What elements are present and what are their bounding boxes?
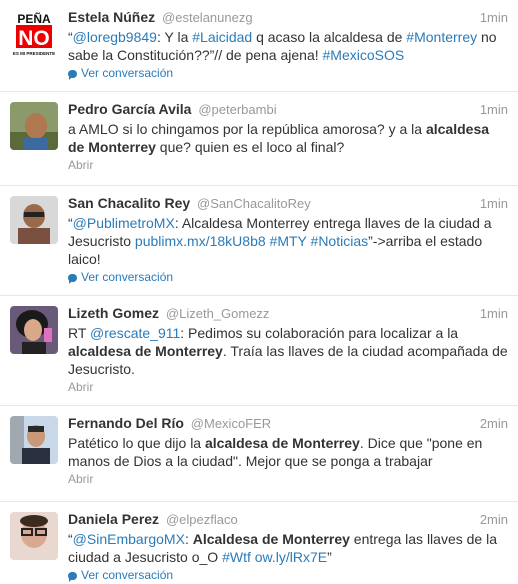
fullname[interactable]: Fernando Del Río bbox=[68, 415, 184, 431]
tweet-text-fragment: a AMLO si lo chingamos por la república … bbox=[68, 121, 426, 137]
url-link[interactable]: ow.ly/lRx7E bbox=[255, 549, 327, 565]
hashtag-link[interactable]: #Wtf bbox=[222, 549, 251, 565]
open-link[interactable]: Abrir bbox=[68, 380, 93, 394]
avatar[interactable] bbox=[10, 102, 58, 150]
tweet[interactable]: Pedro García Avila @peterbambi 1min a AM… bbox=[0, 92, 518, 186]
user-photo-avatar bbox=[10, 416, 58, 464]
url-link[interactable]: publimx.mx/18kU8b8 bbox=[135, 233, 266, 249]
timestamp[interactable]: 1min bbox=[480, 195, 508, 212]
view-conversation-link[interactable]: Ver conversación bbox=[68, 270, 173, 284]
tweet-header: Daniela Perez @elpezflaco bbox=[68, 511, 508, 528]
view-conversation-link[interactable]: Ver conversación bbox=[68, 568, 173, 582]
tweet-footer[interactable]: Ver conversación bbox=[68, 567, 508, 583]
tweet[interactable]: San Chacalito Rey @SanChacalitoRey 1min … bbox=[0, 186, 518, 296]
hashtag-link[interactable]: #MTY bbox=[270, 233, 307, 249]
avatar[interactable] bbox=[10, 306, 58, 354]
fullname[interactable]: Lizeth Gomez bbox=[68, 305, 159, 321]
user-photo-avatar bbox=[10, 306, 58, 354]
user-photo-avatar bbox=[10, 512, 58, 560]
avatar-logo-word-3: ES MI PRESIDENTE bbox=[13, 51, 55, 56]
tweet-footer[interactable]: Abrir bbox=[68, 379, 508, 395]
avatar-logo-word-2: NO bbox=[18, 27, 50, 50]
timestamp[interactable]: 2min bbox=[480, 511, 508, 528]
username[interactable]: @elpezflaco bbox=[166, 512, 238, 527]
tweet-header: Fernando Del Río @MexicoFER bbox=[68, 415, 508, 432]
tweet-header: Lizeth Gomez @Lizeth_Gomezz bbox=[68, 305, 508, 322]
timestamp[interactable]: 1min bbox=[480, 305, 508, 322]
avatar[interactable] bbox=[10, 196, 58, 244]
tweet-text-fragment: Patético lo que dijo la bbox=[68, 435, 205, 451]
avatar[interactable]: PEÑA NO ES MI PRESIDENTE bbox=[10, 10, 58, 58]
user-photo-avatar bbox=[10, 196, 58, 244]
tweet-text: “@loregb9849: Y la #Laicidad q acaso la … bbox=[68, 28, 508, 64]
tweet-text-fragment: RT bbox=[68, 325, 91, 341]
tweet-text: “@PublimetroMX: Alcaldesa Monterrey entr… bbox=[68, 214, 508, 268]
speech-bubble-icon bbox=[68, 572, 77, 582]
mention-link[interactable]: @rescate_911 bbox=[90, 325, 180, 341]
hashtag-link[interactable]: #MexicoSOS bbox=[323, 47, 405, 63]
search-term-highlight: alcaldesa de Monterrey bbox=[68, 343, 223, 359]
username[interactable]: @peterbambi bbox=[198, 102, 276, 117]
username[interactable]: @Lizeth_Gomezz bbox=[166, 306, 270, 321]
tweet[interactable]: Lizeth Gomez @Lizeth_Gomezz 1min RT @res… bbox=[0, 296, 518, 406]
avatar[interactable] bbox=[10, 512, 58, 560]
tweet-footer[interactable]: Abrir bbox=[68, 471, 508, 487]
mention-link[interactable]: @PublimetroMX bbox=[73, 215, 175, 231]
tweet-header: San Chacalito Rey @SanChacalitoRey bbox=[68, 195, 508, 212]
open-link[interactable]: Abrir bbox=[68, 158, 93, 172]
hashtag-link[interactable]: #Monterrey bbox=[406, 29, 477, 45]
avatar-logo-word-1: PEÑA bbox=[17, 11, 51, 26]
tweet-text-fragment: : Y la bbox=[156, 29, 193, 45]
timestamp[interactable]: 1min bbox=[480, 9, 508, 26]
timestamp[interactable]: 2min bbox=[480, 415, 508, 432]
avatar[interactable] bbox=[10, 416, 58, 464]
tweet-text: RT @rescate_911: Pedimos su colaboración… bbox=[68, 324, 508, 378]
speech-bubble-icon bbox=[68, 70, 77, 80]
fullname[interactable]: Pedro García Avila bbox=[68, 101, 191, 117]
tweet-header: Pedro García Avila @peterbambi bbox=[68, 101, 508, 118]
search-term-highlight: Alcaldesa de Monterrey bbox=[192, 531, 350, 547]
tweet-text: Patético lo que dijo la alcaldesa de Mon… bbox=[68, 434, 508, 470]
tweet-text-fragment: q acaso la alcaldesa de bbox=[252, 29, 407, 45]
pena-no-logo-avatar: PEÑA NO ES MI PRESIDENTE bbox=[10, 10, 58, 58]
timestamp[interactable]: 1min bbox=[480, 101, 508, 118]
mention-link[interactable]: @loregb9849 bbox=[73, 29, 157, 45]
user-photo-avatar bbox=[10, 102, 58, 150]
tweet-footer[interactable]: Ver conversación bbox=[68, 65, 508, 81]
username[interactable]: @SanChacalitoRey bbox=[197, 196, 311, 211]
tweet[interactable]: Fernando Del Río @MexicoFER 2min Patétic… bbox=[0, 406, 518, 502]
open-link[interactable]: Abrir bbox=[68, 472, 93, 486]
username[interactable]: @MexicoFER bbox=[191, 416, 271, 431]
fullname[interactable]: San Chacalito Rey bbox=[68, 195, 190, 211]
tweet[interactable]: Daniela Perez @elpezflaco 2min “@SinEmba… bbox=[0, 502, 518, 584]
tweet-text-fragment: ” bbox=[327, 549, 332, 565]
tweet[interactable]: PEÑA NO ES MI PRESIDENTE Estela Núñez @e… bbox=[0, 0, 518, 92]
tweet-footer[interactable]: Ver conversación bbox=[68, 269, 508, 285]
search-term-highlight: alcaldesa de Monterrey bbox=[204, 435, 360, 451]
tweet-header: Estela Núñez @estelanunezg bbox=[68, 9, 508, 26]
tweet-timeline: PEÑA NO ES MI PRESIDENTE Estela Núñez @e… bbox=[0, 0, 518, 584]
hashtag-link[interactable]: #Noticias bbox=[311, 233, 369, 249]
speech-bubble-icon bbox=[68, 274, 77, 284]
username[interactable]: @estelanunezg bbox=[162, 10, 253, 25]
fullname[interactable]: Estela Núñez bbox=[68, 9, 155, 25]
view-conversation-link[interactable]: Ver conversación bbox=[68, 66, 173, 80]
tweet-footer[interactable]: Abrir bbox=[68, 157, 508, 173]
tweet-text: a AMLO si lo chingamos por la república … bbox=[68, 120, 508, 156]
tweet-text-fragment: : Pedimos su colaboración para localizar… bbox=[180, 325, 459, 341]
mention-link[interactable]: @SinEmbargoMX bbox=[73, 531, 185, 547]
tweet-text-fragment: : bbox=[184, 531, 193, 547]
hashtag-link[interactable]: #Laicidad bbox=[192, 29, 252, 45]
tweet-text-fragment: que? quien es el loco al final? bbox=[155, 139, 345, 155]
tweet-text: “@SinEmbargoMX: Alcaldesa de Monterrey e… bbox=[68, 530, 508, 566]
fullname[interactable]: Daniela Perez bbox=[68, 511, 159, 527]
